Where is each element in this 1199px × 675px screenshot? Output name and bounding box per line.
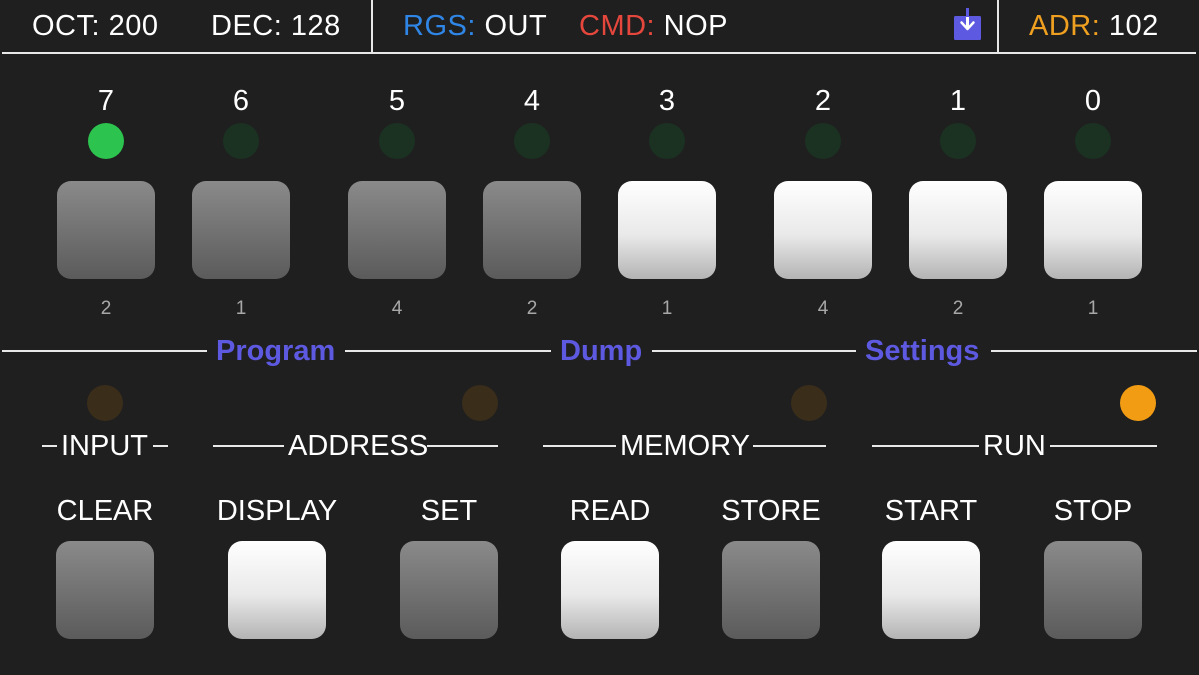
group-led-input [87, 385, 123, 421]
bit-number: 5 [388, 85, 406, 117]
set-button[interactable] [400, 541, 498, 639]
store-button[interactable] [722, 541, 820, 639]
clear-button[interactable] [56, 541, 154, 639]
bit-switch-5[interactable] [348, 181, 446, 279]
group-label-memory: MEMORY [620, 430, 750, 462]
download-button[interactable] [953, 8, 982, 41]
bit-led [88, 123, 124, 159]
group-led-run [1120, 385, 1156, 421]
rgs-readout: RGS: OUT [403, 11, 547, 41]
divider-line [2, 350, 207, 352]
group-line [213, 445, 284, 447]
adr-value: 102 [1108, 10, 1159, 42]
command-label: START [884, 495, 978, 527]
bit-number: 2 [814, 85, 832, 117]
bit-led [649, 123, 685, 159]
bit-led [940, 123, 976, 159]
dec-label: DEC: [211, 10, 283, 42]
divider-line [345, 350, 551, 352]
oct-label: OCT: [32, 10, 101, 42]
bit-led [1075, 123, 1111, 159]
oct-readout: OCT: 200 [32, 11, 159, 41]
bit-number: 1 [949, 85, 967, 117]
bit-number: 0 [1084, 85, 1102, 117]
cmd-readout: CMD: NOP [579, 11, 728, 41]
bit-number: 7 [97, 85, 115, 117]
dump-link[interactable]: Dump [560, 334, 642, 368]
rgs-value: OUT [484, 10, 548, 42]
bit-switch-7[interactable] [57, 181, 155, 279]
start-button[interactable] [882, 541, 980, 639]
header-divider [371, 0, 373, 52]
stop-button[interactable] [1044, 541, 1142, 639]
bit-switch-3[interactable] [618, 181, 716, 279]
group-led-address [462, 385, 498, 421]
bit-switch-1[interactable] [909, 181, 1007, 279]
command-label: SET [420, 495, 478, 527]
group-led-memory [791, 385, 827, 421]
group-line [872, 445, 979, 447]
dec-value: 128 [290, 10, 341, 42]
group-line [427, 445, 498, 447]
bit-switch-0[interactable] [1044, 181, 1142, 279]
bit-weight: 4 [391, 298, 403, 319]
bit-weight: 4 [817, 298, 829, 319]
group-line [753, 445, 826, 447]
adr-readout: ADR: 102 [1029, 11, 1159, 41]
group-label-run: RUN [983, 430, 1046, 462]
divider-line [652, 350, 856, 352]
group-line [1050, 445, 1157, 447]
oct-value: 200 [108, 10, 159, 42]
display-button[interactable] [228, 541, 326, 639]
bit-weight: 2 [526, 298, 538, 319]
command-label: CLEAR [56, 495, 154, 527]
command-label: READ [569, 495, 651, 527]
settings-link[interactable]: Settings [865, 334, 979, 368]
bit-weight: 1 [235, 298, 247, 319]
bit-led [223, 123, 259, 159]
command-label: DISPLAY [216, 495, 338, 527]
group-label-address: ADDRESS [288, 430, 429, 462]
group-line [543, 445, 616, 447]
cmd-label: CMD: [579, 10, 656, 42]
header-divider [997, 0, 999, 52]
bit-weight: 2 [100, 298, 112, 319]
command-label: STORE [721, 495, 821, 527]
bit-led [805, 123, 841, 159]
group-line [153, 445, 168, 447]
bit-number: 4 [523, 85, 541, 117]
cmd-value: NOP [663, 10, 729, 42]
group-line [42, 445, 57, 447]
bit-number: 6 [232, 85, 250, 117]
bit-weight: 1 [1087, 298, 1099, 319]
command-label: STOP [1053, 495, 1133, 527]
adr-label: ADR: [1029, 10, 1101, 42]
program-link[interactable]: Program [216, 334, 335, 368]
bit-weight: 1 [661, 298, 673, 319]
bit-led [379, 123, 415, 159]
status-header: OCT: 200 DEC: 128 RGS: OUT CMD: NOP ADR:… [2, 0, 1196, 54]
read-button[interactable] [561, 541, 659, 639]
divider-line [991, 350, 1197, 352]
bit-switch-2[interactable] [774, 181, 872, 279]
group-label-input: INPUT [61, 430, 148, 462]
dec-readout: DEC: 128 [211, 11, 341, 41]
bit-switch-6[interactable] [192, 181, 290, 279]
bit-weight: 2 [952, 298, 964, 319]
download-icon [954, 8, 981, 40]
bit-switch-4[interactable] [483, 181, 581, 279]
bit-led [514, 123, 550, 159]
rgs-label: RGS: [403, 10, 476, 42]
bit-number: 3 [658, 85, 676, 117]
